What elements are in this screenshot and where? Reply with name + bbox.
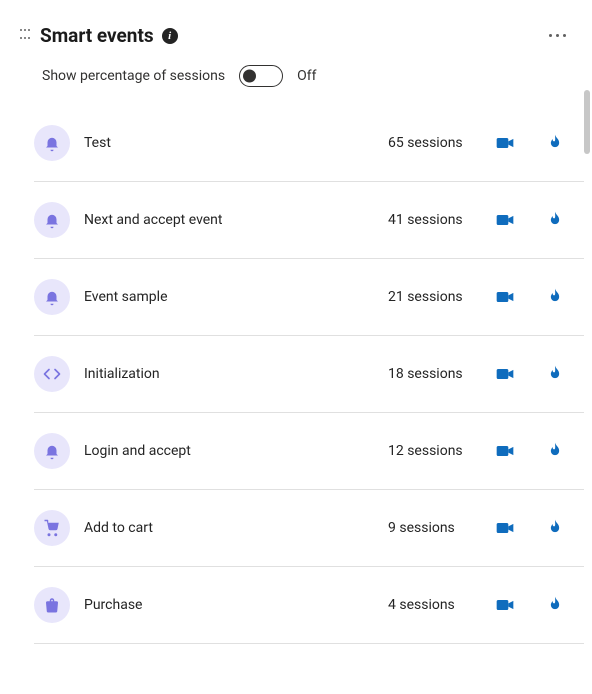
video-icon[interactable] [492, 133, 518, 153]
video-icon[interactable] [492, 364, 518, 384]
fire-icon[interactable] [542, 364, 568, 384]
event-type-icon [34, 433, 70, 469]
drag-handle-icon[interactable] [20, 29, 30, 43]
event-name: Event sample [84, 289, 374, 305]
event-sessions: 9 sessions [388, 520, 478, 536]
more-options-button[interactable] [543, 28, 572, 43]
event-row[interactable]: Event sample 21 sessions [34, 259, 584, 336]
scrollbar[interactable] [584, 90, 590, 154]
panel-title: Smart events [40, 24, 154, 47]
video-icon[interactable] [492, 210, 518, 230]
panel-header: Smart events i [8, 16, 584, 59]
event-name: Add to cart [84, 520, 374, 536]
event-sessions: 4 sessions [388, 597, 478, 613]
event-type-icon [34, 202, 70, 238]
event-type-icon [34, 279, 70, 315]
event-type-icon [34, 356, 70, 392]
event-row[interactable]: Purchase 4 sessions [34, 567, 584, 644]
video-icon[interactable] [492, 518, 518, 538]
fire-icon[interactable] [542, 133, 568, 153]
event-sessions: 18 sessions [388, 366, 478, 382]
video-icon[interactable] [492, 595, 518, 615]
fire-icon[interactable] [542, 595, 568, 615]
event-sessions: 41 sessions [388, 212, 478, 228]
fire-icon[interactable] [542, 518, 568, 538]
event-row[interactable]: Next and accept event 41 sessions [34, 182, 584, 259]
event-sessions: 21 sessions [388, 289, 478, 305]
event-row[interactable]: Initialization 18 sessions [34, 336, 584, 413]
toggle-label: Show percentage of sessions [42, 68, 225, 84]
video-icon[interactable] [492, 441, 518, 461]
event-name: Initialization [84, 366, 374, 382]
events-list: Test 65 sessions Next and accept event 41 s… [8, 105, 584, 644]
event-name: Test [84, 135, 374, 151]
smart-events-panel: Smart events i Show percentage of sessio… [0, 0, 592, 644]
event-row[interactable]: Test 65 sessions [34, 105, 584, 182]
event-sessions: 65 sessions [388, 135, 478, 151]
video-icon[interactable] [492, 287, 518, 307]
event-type-icon [34, 510, 70, 546]
fire-icon[interactable] [542, 210, 568, 230]
event-name: Next and accept event [84, 212, 374, 228]
event-type-icon [34, 587, 70, 623]
percentage-toggle-row: Show percentage of sessions Off [8, 59, 584, 105]
event-row[interactable]: Login and accept 12 sessions [34, 413, 584, 490]
event-name: Purchase [84, 597, 374, 613]
percentage-toggle[interactable] [239, 65, 283, 87]
fire-icon[interactable] [542, 441, 568, 461]
toggle-state-text: Off [297, 68, 316, 84]
event-row[interactable]: Add to cart 9 sessions [34, 490, 584, 567]
event-type-icon [34, 125, 70, 161]
fire-icon[interactable] [542, 287, 568, 307]
event-name: Login and accept [84, 443, 374, 459]
event-sessions: 12 sessions [388, 443, 478, 459]
info-icon[interactable]: i [162, 28, 178, 44]
